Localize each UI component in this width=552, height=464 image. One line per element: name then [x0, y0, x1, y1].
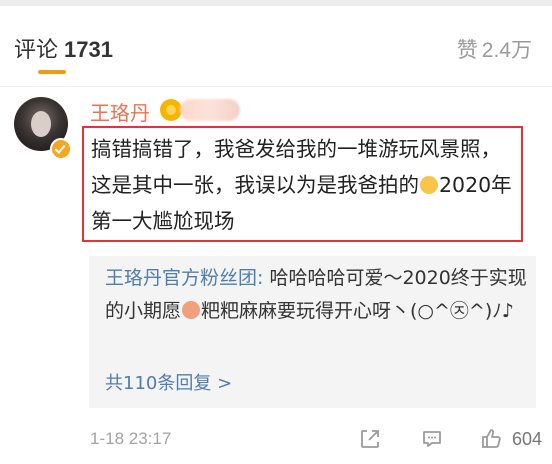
likes-count: 2.4万 [481, 39, 532, 62]
comment-icon[interactable] [420, 427, 444, 451]
comment-text: 搞错搞错了，我爸发给我的一堆游玩风景照，这是其中一张，我误以为是我爸拍的 2020… [91, 131, 521, 239]
laughing-tears-emoji-icon [420, 176, 438, 194]
reply-text: 王珞丹官方粉丝团: 哈哈哈哈可爱～2020终于实现的小期愿 粑粑麻麻要玩得开心呀丶… [105, 262, 527, 328]
reply-author-name[interactable]: 王珞丹官方粉丝团: [105, 267, 263, 289]
comment-author-name[interactable]: 王珞丹 [90, 97, 150, 126]
verified-badge-icon [50, 138, 72, 160]
reply-preview[interactable]: 王珞丹官方粉丝团: 哈哈哈哈可爱～2020终于实现的小期愿 粑粑麻麻要玩得开心呀丶… [89, 256, 536, 408]
vip-badge-icon [160, 99, 182, 121]
view-replies-link[interactable]: 共110条回复 > [105, 369, 232, 395]
comments-tab[interactable]: 评论 1731 [14, 32, 113, 64]
pig-emoji-icon [182, 301, 201, 319]
reply-text-part2: 粑粑麻麻要玩得开心呀丶(○^㉨^)ﾉ♪ [201, 300, 514, 322]
likes-tab[interactable]: 赞 2.4万 [457, 34, 532, 64]
avatar-face [31, 111, 51, 137]
likes-label: 赞 [456, 38, 478, 62]
thumbs-up-icon[interactable] [480, 427, 504, 451]
active-tab-indicator [38, 70, 66, 74]
comments-label: 评论 [14, 38, 59, 63]
header-divider [0, 86, 552, 87]
blurred-tag [180, 99, 240, 121]
share-icon[interactable] [358, 427, 382, 451]
comment-like-count: 604 [512, 429, 543, 449]
comments-count: 1731 [64, 37, 113, 62]
comments-header: 评论 1731 赞 2.4万 [0, 6, 552, 86]
comment-timestamp: 1-18 23:17 [90, 429, 172, 448]
